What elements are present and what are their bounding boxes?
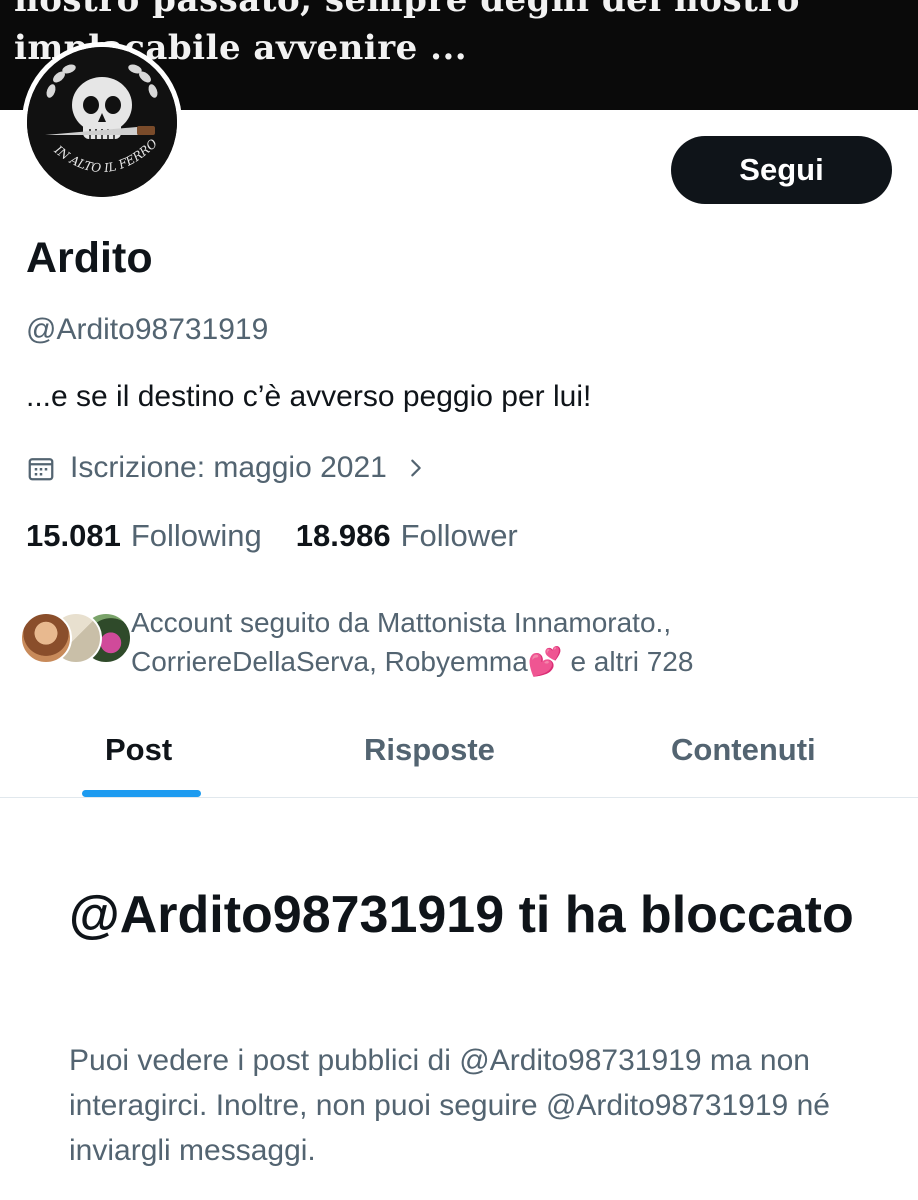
skull-knife-icon: IN ALTO IL FERRO ! [27,47,177,197]
tab-post[interactable]: Post [105,732,172,768]
profile-bio: ...e se il destino c’è avverso peggio pe… [26,380,592,413]
profile-handle: @Ardito98731919 [26,313,269,346]
blocked-title: @Ardito98731919 ti ha bloccato [69,886,854,944]
join-date-row[interactable]: Iscrizione: maggio 2021 [26,448,427,488]
following-count: 15.081 [26,518,121,553]
join-date: Iscrizione: maggio 2021 [70,451,387,484]
followed-by-line2: CorriereDellaServa, Robyemma💕 e altri 72… [131,646,694,677]
tab-risposte[interactable]: Risposte [364,732,495,768]
followers-count: 18.986 [295,518,391,553]
following-link[interactable]: 15.081 Following [26,518,262,554]
follow-button[interactable]: Segui [671,136,892,204]
followed-by-line1: Account seguito da Mattonista Innamorato… [131,607,672,638]
profile-tabs: Post Risposte Contenuti [0,706,918,798]
followers-label: Follower [400,518,518,553]
display-name: Ardito [26,234,153,282]
followed-by-text[interactable]: Account seguito da Mattonista Innamorato… [131,603,901,681]
tab-contenuti[interactable]: Contenuti [671,732,816,768]
banner-text-line1: nostro passato, sempre degni del nostro [14,0,800,20]
following-label: Following [130,518,262,553]
blocked-description: Puoi vedere i post pubblici di @Ardito98… [69,1044,830,1167]
calendar-icon [28,458,54,481]
followers-link[interactable]: 18.986 Follower [296,518,518,554]
followed-by-avatars[interactable] [20,612,132,666]
chevron-right-icon [411,459,421,477]
profile-stats: 15.081 Following 18.986 Follower [26,518,518,554]
avatar [20,612,72,664]
profile-avatar[interactable]: IN ALTO IL FERRO ! [27,47,177,197]
active-tab-indicator [82,790,201,797]
